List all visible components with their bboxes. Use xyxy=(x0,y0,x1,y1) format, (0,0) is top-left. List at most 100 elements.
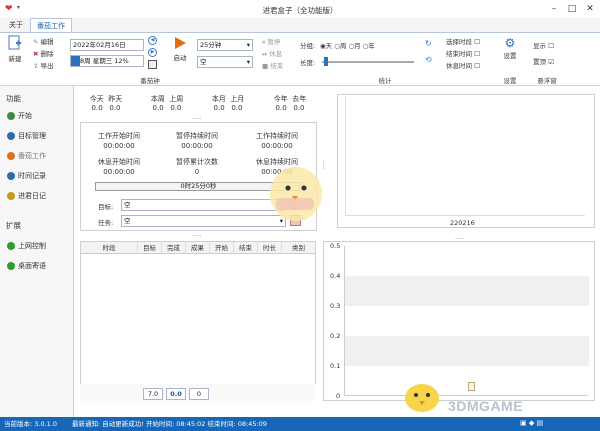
end-time-option[interactable]: 结束时间 ☐ xyxy=(446,48,480,58)
radio-week[interactable]: ○周 xyxy=(334,42,346,50)
column-header[interactable]: 结束 xyxy=(234,242,258,254)
mascot-chick-icon xyxy=(270,167,322,221)
tab-tomato-work[interactable]: 番茄工作 xyxy=(30,18,72,32)
end-label: 结束 xyxy=(270,62,284,70)
refresh-icon[interactable]: ↻ xyxy=(425,39,432,48)
bottom-chart-plot xyxy=(344,246,589,396)
column-header[interactable]: 成果 xyxy=(186,242,210,254)
tomato-icon xyxy=(7,152,15,160)
tray-icon[interactable]: ▤ xyxy=(536,419,543,427)
prev-day-button[interactable]: ◀ xyxy=(148,36,157,45)
select-time-option[interactable]: 选择时段 ☐ xyxy=(446,36,480,46)
pause-button[interactable]: ⏸ 暂停 xyxy=(262,36,280,47)
column-header[interactable]: 时长 xyxy=(258,242,282,254)
column-header[interactable]: 目标 xyxy=(138,242,162,254)
y-tick-label: 0 xyxy=(336,392,341,400)
goals-icon xyxy=(7,132,15,140)
sidebar-item-goals[interactable]: 目标管理 xyxy=(0,127,73,145)
stats-week-values: 0.0 0.0 xyxy=(143,104,191,112)
tray-icon[interactable]: ▣ xyxy=(520,419,527,427)
length-slider-thumb[interactable] xyxy=(324,57,328,66)
pin-checkbox[interactable]: ☑ xyxy=(548,58,554,66)
show-checkbox[interactable]: ☐ xyxy=(548,42,554,50)
total-count: 0 xyxy=(189,388,209,400)
globe-icon xyxy=(7,242,15,250)
minimize-button[interactable]: – xyxy=(545,2,563,17)
length-slider[interactable] xyxy=(322,61,414,63)
edit-button[interactable]: ✎ 编辑 xyxy=(33,36,54,46)
column-header[interactable]: 完成 xyxy=(162,242,186,254)
version-value: 3.0.1.0 xyxy=(34,420,58,428)
watermark-text: 3DMGAME xyxy=(448,398,524,414)
delete-button[interactable]: ✖ 删除 xyxy=(33,48,54,58)
new-button[interactable]: 新建 xyxy=(4,35,26,65)
goal-field-label: 目标: xyxy=(98,203,114,211)
rest-button[interactable]: ⏯ 休息 xyxy=(262,48,282,59)
sidebar-item-desktop-message[interactable]: 桌面寄语 xyxy=(0,257,73,275)
chart-band xyxy=(345,336,589,366)
radio-month[interactable]: ○月 xyxy=(349,42,361,50)
work-start-label: 工作开始时间 xyxy=(98,132,140,140)
calendar-icon[interactable] xyxy=(148,60,157,69)
column-header[interactable]: 开始 xyxy=(210,242,234,254)
notice-value: 自动更新成功! xyxy=(102,420,144,428)
today-label: 今天 xyxy=(89,95,104,103)
column-header[interactable]: 时段 xyxy=(81,242,138,254)
duration-value: 25分钟 xyxy=(200,41,222,49)
export-button[interactable]: ⇪ 导出 xyxy=(33,60,54,70)
pause-count-value: 0 xyxy=(194,168,200,176)
horizontal-splitter[interactable]: ····· xyxy=(192,116,202,123)
start-time-value: 08:45:02 xyxy=(176,420,206,428)
radio-year[interactable]: ○年 xyxy=(363,42,375,50)
column-header[interactable]: 类别 xyxy=(282,242,315,254)
settings-button[interactable]: ⚙ 设置 xyxy=(500,36,520,60)
pause-total-value: 00:00:00 xyxy=(181,142,213,150)
status-notice: 最新通知: 自动更新成功! 开始时间: 08:45:02 结束时间: 08:45… xyxy=(72,417,267,431)
sidebar-item-internet-control[interactable]: 上网控制 xyxy=(0,237,73,255)
sidebar-header-functions: 功能 xyxy=(6,94,21,103)
start-label: 启动 xyxy=(173,54,187,62)
end-time-checkbox[interactable]: ☐ xyxy=(474,50,480,58)
maximize-button[interactable]: □ xyxy=(563,2,581,17)
sidebar-item-start[interactable]: 开始 xyxy=(0,107,73,125)
radio-week-label: 周 xyxy=(339,42,347,50)
sidebar-item-time-record[interactable]: 时间记录 xyxy=(0,167,73,185)
show-option[interactable]: 显示 ☐ xyxy=(533,40,554,50)
ribbon-tabs xyxy=(0,18,600,32)
pin-label: 置顶 xyxy=(533,58,546,66)
select-time-checkbox[interactable]: ☐ xyxy=(474,38,480,46)
radio-day[interactable]: ◉天 xyxy=(320,42,332,50)
play-icon xyxy=(175,37,186,49)
delete-icon: ✖ xyxy=(33,50,39,58)
duration-select[interactable]: 25分钟 ▾ xyxy=(197,39,253,51)
mascot-float-widget[interactable] xyxy=(262,160,328,230)
date-picker[interactable]: 2022年02月16日 xyxy=(70,39,144,51)
rest-start-value: 00:00:00 xyxy=(103,168,135,176)
stats-week: 本周 上周 0.0 0.0 xyxy=(143,94,191,112)
close-button[interactable]: ✕ xyxy=(581,2,599,17)
tray-icon[interactable]: ◆ xyxy=(529,419,534,427)
radio-month-label: 月 xyxy=(354,42,361,50)
start-button[interactable]: 启动 xyxy=(170,36,190,62)
this-year-label: 今年 xyxy=(273,95,288,103)
stop-icon: ■ xyxy=(262,62,269,70)
tab-about[interactable]: 关于 xyxy=(3,18,29,32)
group-label-float: 悬浮窗 xyxy=(537,77,557,85)
task-select[interactable]: 空 ▾ xyxy=(197,56,253,68)
sidebar-item-tomato[interactable]: 番茄工作 xyxy=(0,147,73,165)
rest-time-option[interactable]: 休息时间 ☐ xyxy=(446,60,480,70)
start-time-label: 开始时间: xyxy=(145,420,175,428)
rest-time-checkbox[interactable]: ☐ xyxy=(474,62,480,70)
this-week-value: 0.0 xyxy=(152,104,164,112)
pin-option[interactable]: 置顶 ☑ xyxy=(533,56,554,66)
last-week-label: 上周 xyxy=(169,95,184,103)
pause-label: 暂停 xyxy=(267,38,281,46)
sidebar-item-diary[interactable]: 进君日记 xyxy=(0,187,73,205)
horizontal-splitter[interactable]: ····· xyxy=(192,233,202,240)
chart-band xyxy=(345,276,589,306)
end-button[interactable]: ■ 结束 xyxy=(262,60,283,70)
reload-icon[interactable]: ⟲ xyxy=(425,55,432,64)
next-day-button[interactable]: ▶ xyxy=(148,48,157,57)
mascot-bottom-widget[interactable] xyxy=(400,378,444,414)
top-chart-category-label: 220216 xyxy=(450,219,475,227)
